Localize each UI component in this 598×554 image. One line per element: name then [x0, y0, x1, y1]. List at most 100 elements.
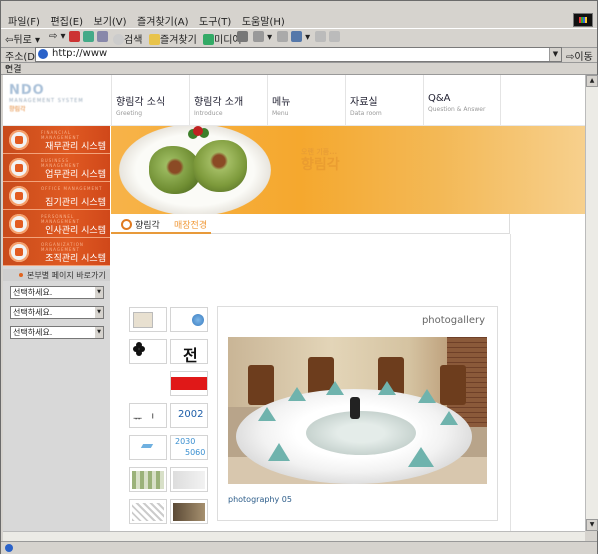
thumbnail[interactable] [129, 339, 167, 364]
section-title-main: 향림각 [135, 221, 160, 231]
shortcut-select-3[interactable]: 선택하세요. ▼ [10, 326, 104, 339]
thumbnail[interactable]: 2002 [170, 403, 208, 428]
address-bar: 주소(D) http://www ▼ ⇨이동 [1, 46, 597, 63]
dropdown-arrow-icon: ▼ [95, 307, 103, 318]
stop-icon[interactable] [69, 31, 80, 43]
nav-item-intro[interactable]: 향림각 소개 Introduce [189, 75, 267, 127]
browser-window: 파일(F) 편집(E) 보기(V) 즐겨찾기(A) 도구(T) 도움말(H) ⇦… [0, 0, 598, 554]
nav-sub: Introduce [194, 110, 223, 117]
home-icon[interactable] [97, 31, 108, 43]
thumbnail[interactable] [170, 467, 208, 492]
chevron-right-icon[interactable]: » [5, 62, 594, 71]
shortcut-select-1[interactable]: 선택하세요. ▼ [10, 286, 104, 299]
menu-bar: 파일(F) 편집(E) 보기(V) 즐겨찾기(A) 도구(T) 도움말(H) [1, 12, 597, 28]
vertical-scrollbar[interactable]: ▲ ▼ [585, 75, 598, 531]
personnel-icon [9, 214, 29, 234]
sidebar-item-label: 인사관리 시스템 [45, 226, 106, 236]
thumbnail-number: 2002 [178, 409, 204, 420]
menu-favorites[interactable]: 즐겨찾기(A) [130, 12, 188, 28]
thumbnail[interactable]: 전 [170, 339, 208, 364]
photo-gallery: photogallery photography 05 [217, 306, 498, 521]
address-dropdown-icon[interactable]: ▼ [549, 48, 561, 61]
thumbnail[interactable]: ᅲ ᅵ ᅵ [129, 403, 167, 428]
menu-edit[interactable]: 편집(E) [43, 12, 83, 28]
sidebar-item-label: 재무관리 시스템 [45, 142, 106, 152]
menu-view[interactable]: 보기(V) [87, 12, 127, 28]
address-value: http://www [52, 48, 108, 59]
nav-title: 향림각 소개 [194, 97, 244, 108]
sidebar-item-equipment[interactable]: OFFICE MANAGEMENT 집기관리 시스템 [3, 182, 110, 210]
thumbnail[interactable] [129, 499, 167, 524]
address-label: 주소(D) [5, 52, 39, 63]
photo-caption: photography 05 [228, 495, 292, 504]
search-button[interactable]: 검색 [113, 31, 142, 46]
sidebar-item-business[interactable]: BUSINESS MANAGEMENT 업무관리 시스템 [3, 154, 110, 182]
mail-icon[interactable]: ▾ [253, 31, 272, 43]
nav-sub: Data room [350, 110, 382, 117]
section-title-sub: 매장전경 [174, 221, 208, 231]
sidebar-item-personnel[interactable]: PERSONNEL MANAGEMENT 인사관리 시스템 [3, 210, 110, 238]
history-icon[interactable] [237, 31, 248, 43]
thumbnail[interactable] [129, 435, 167, 460]
address-input[interactable]: http://www ▼ [35, 47, 562, 62]
nav-item-menu[interactable]: 메뉴 Menu [267, 75, 345, 127]
shortcut-label: 본부별 페이지 바로가기 [27, 271, 106, 280]
media-icon [203, 34, 214, 45]
go-button[interactable]: ⇨이동 [566, 48, 593, 63]
dropdown-arrow-icon: ▼ [95, 327, 103, 338]
forward-button[interactable]: ⇨ ▾ [49, 31, 66, 42]
messenger-icon[interactable] [329, 31, 340, 43]
links-bar: 연결 » [1, 62, 597, 75]
nav-item-qna[interactable]: Q&A Question & Answer [423, 75, 501, 127]
sidebar: FINANCIAL MANAGEMENT 재무관리 시스템 BUSINESS M… [3, 126, 110, 531]
thumbnail[interactable] [129, 467, 167, 492]
thumbnail-number: 2030 [175, 437, 196, 446]
status-bar [1, 541, 597, 554]
business-icon [9, 158, 29, 178]
toolbar: ⇦뒤로 ▾ ⇨ ▾ 검색 즐겨찾기 미디어 ▾ ▾ [1, 28, 597, 48]
sidebar-item-label: 업무관리 시스템 [45, 170, 106, 180]
menu-help[interactable]: 도움말(H) [235, 12, 285, 28]
back-button[interactable]: ⇦뒤로 ▾ [5, 31, 40, 46]
banner-image: 오랜 기품... 향림각 [111, 126, 585, 214]
banner-watermark: 오랜 기품... 향림각 [301, 148, 340, 173]
sidebar-item-finance[interactable]: FINANCIAL MANAGEMENT 재무관리 시스템 [3, 126, 110, 154]
discuss-icon[interactable] [315, 31, 326, 43]
section-title: 향림각 매장전경 [111, 214, 585, 234]
favorites-button[interactable]: 즐겨찾기 [149, 31, 197, 46]
shortcut-select-2[interactable]: 선택하세요. ▼ [10, 306, 104, 319]
thumbnail[interactable] [170, 307, 208, 332]
favorites-icon [149, 34, 160, 45]
select-value: 선택하세요. [13, 308, 53, 317]
print-icon[interactable] [277, 31, 288, 43]
menu-file[interactable]: 파일(F) [1, 12, 40, 28]
nav-title: 메뉴 [272, 97, 291, 108]
windows-logo-icon [573, 13, 593, 27]
edit-icon[interactable]: ▾ [291, 31, 310, 43]
sidebar-item-label: 조직관리 시스템 [45, 254, 106, 264]
site-logo[interactable]: NDO MANAGEMENT SYSTEM 향림각 [9, 83, 105, 117]
sidebar-item-label: 집기관리 시스템 [45, 198, 106, 208]
organization-icon [9, 242, 29, 262]
scroll-down-icon[interactable]: ▼ [586, 519, 598, 531]
equipment-icon [9, 186, 29, 206]
nav-sub: Question & Answer [428, 106, 486, 113]
media-button[interactable]: 미디어 [203, 31, 242, 46]
sidebar-item-organization[interactable]: ORGANIZATION MANAGEMENT 조직관리 시스템 [3, 238, 110, 266]
refresh-icon[interactable] [83, 31, 94, 43]
nav-item-news[interactable]: 향림각 소식 Greeting [111, 75, 189, 127]
menu-tools[interactable]: 도구(T) [192, 12, 231, 28]
thumbnail[interactable] [170, 371, 208, 396]
search-icon [113, 34, 124, 45]
finance-icon [9, 130, 29, 150]
thumbnail[interactable]: 2030 5060 [170, 435, 208, 460]
nav-item-dataroom[interactable]: 자료실 Data room [345, 75, 423, 127]
ie-status-icon [5, 544, 13, 552]
thumbnail[interactable] [129, 307, 167, 332]
thumbnail[interactable] [170, 499, 208, 524]
scroll-up-icon[interactable]: ▲ [586, 75, 598, 87]
main-nav: 향림각 소식 Greeting 향림각 소개 Introduce 메뉴 Menu… [111, 75, 501, 127]
food-plate [119, 126, 271, 214]
gallery-title: photogallery [421, 315, 485, 326]
gallery-photo[interactable] [228, 337, 487, 484]
